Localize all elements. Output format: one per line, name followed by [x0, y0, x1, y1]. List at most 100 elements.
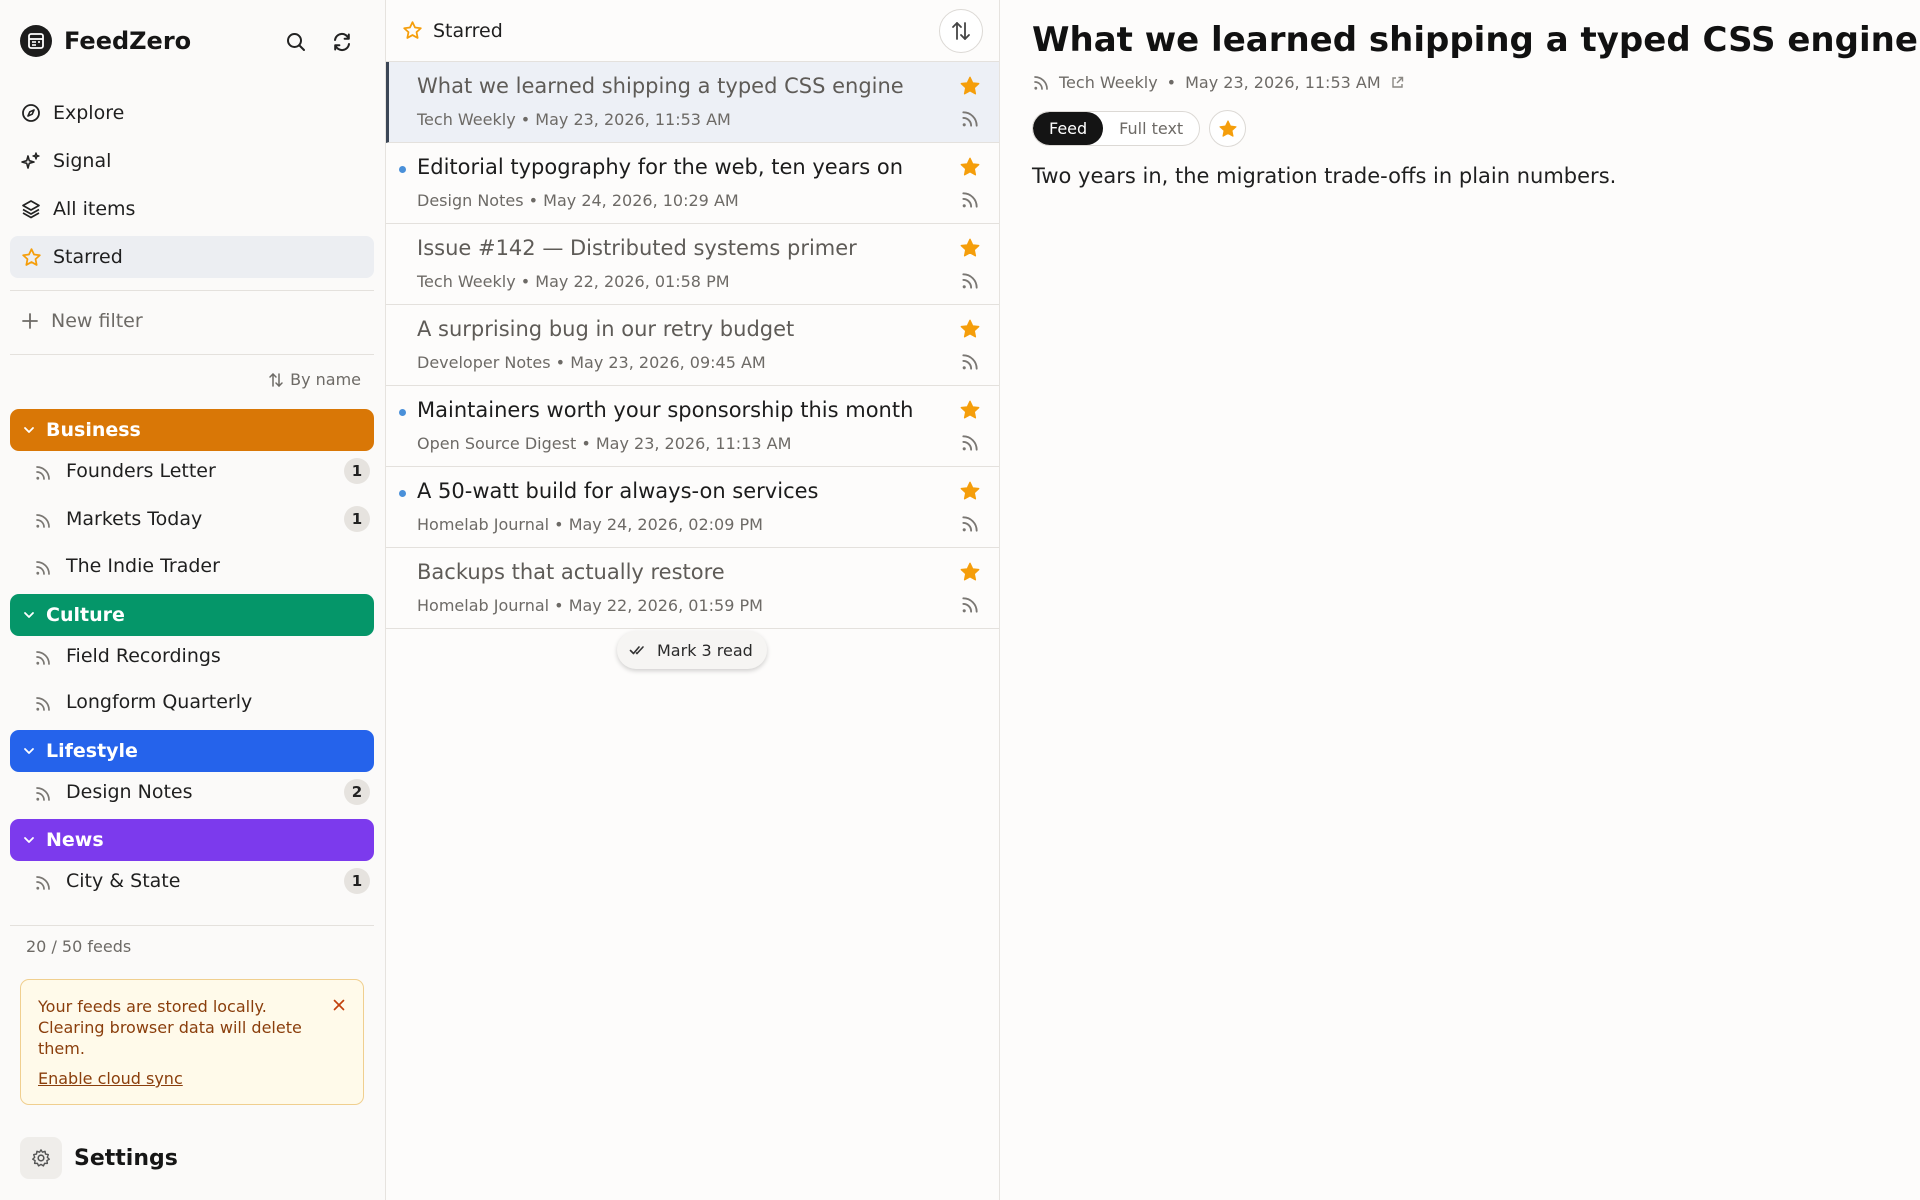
article-row-title: A 50-watt build for always-on services	[417, 479, 819, 503]
star-filled-icon[interactable]	[959, 237, 981, 259]
unread-dot	[399, 409, 406, 416]
settings-button[interactable]: Settings	[20, 1137, 178, 1179]
reader-pane: What we learned shipping a typed CSS eng…	[1000, 0, 1920, 1200]
search-icon[interactable]	[282, 28, 310, 56]
star-filled-icon[interactable]	[959, 156, 981, 178]
article-row-date: May 23, 2026, 09:45 AM	[570, 353, 766, 372]
rss-icon	[960, 271, 980, 291]
rss-icon	[32, 460, 54, 482]
feed-name: Field Recordings	[66, 645, 221, 667]
article-row-title: Editorial typography for the web, ten ye…	[417, 155, 904, 179]
layers-icon	[20, 198, 42, 220]
rss-icon	[32, 555, 54, 577]
article-row-source: Developer Notes	[417, 353, 551, 372]
meta-separator: •	[576, 434, 596, 453]
article-row[interactable]: Issue #142 — Distributed systems primer T…	[386, 224, 999, 305]
feed-name: Markets Today	[66, 508, 203, 530]
feed-longform-quarterly[interactable]: Longform Quarterly	[32, 682, 372, 722]
sparkle-icon	[20, 150, 42, 172]
group-news[interactable]: News	[10, 819, 374, 861]
unread-dot	[399, 490, 406, 497]
local-storage-notice: Your feeds are stored locally. Clearing …	[20, 979, 364, 1105]
mark-read-label: Mark 3 read	[657, 640, 753, 660]
close-icon[interactable]	[330, 996, 348, 1014]
article-row[interactable]: What we learned shipping a typed CSS eng…	[386, 62, 999, 143]
external-link-icon[interactable]	[1390, 75, 1405, 90]
feed-name: City & State	[66, 870, 181, 892]
nav-starred[interactable]: Starred	[10, 236, 374, 278]
brand-name: FeedZero	[64, 27, 192, 55]
feedzero-logo-icon	[20, 25, 52, 57]
article-row-source: Tech Weekly	[417, 272, 516, 291]
rss-icon	[32, 870, 54, 892]
divider	[10, 925, 374, 926]
article-row-date: May 23, 2026, 11:53 AM	[535, 110, 731, 129]
rss-icon	[1032, 74, 1050, 92]
star-outline-icon	[402, 20, 423, 41]
new-filter-button[interactable]: New filter	[10, 302, 374, 340]
unread-dot	[399, 166, 406, 173]
divider	[10, 290, 374, 291]
gear-icon	[20, 1137, 62, 1179]
article-row-title: A surprising bug in our retry budget	[417, 317, 795, 341]
article-row[interactable]: Maintainers worth your sponsorship this …	[386, 386, 999, 467]
mark-read-button[interactable]: Mark 3 read	[617, 631, 767, 669]
feed-count: 20 / 50 feeds	[26, 937, 132, 956]
double-check-icon	[629, 643, 647, 657]
enable-cloud-sync-link[interactable]: Enable cloud sync	[38, 1068, 183, 1089]
compass-icon	[20, 102, 42, 124]
feed-city-state[interactable]: City & State 1	[32, 861, 372, 901]
view-feed-option[interactable]: Feed	[1033, 112, 1104, 145]
star-filled-icon[interactable]	[959, 75, 981, 97]
rss-icon	[960, 352, 980, 372]
group-name: News	[46, 829, 104, 851]
sort-order-button[interactable]	[939, 9, 983, 53]
meta-separator: •	[550, 353, 571, 372]
sort-by-name-button[interactable]: By name	[268, 370, 361, 389]
feed-founders-letter[interactable]: Founders Letter 1	[32, 451, 372, 491]
article-row-meta: Homelab Journal • May 24, 2026, 02:09 PM	[417, 515, 763, 534]
group-lifestyle[interactable]: Lifestyle	[10, 730, 374, 772]
feed-field-recordings[interactable]: Field Recordings	[32, 636, 372, 676]
article-list: Starred What we learned shipping a typed…	[386, 0, 1000, 1200]
view-full-text-option[interactable]: Full text	[1103, 112, 1199, 145]
unread-count-badge: 2	[344, 779, 370, 805]
refresh-icon[interactable]	[328, 28, 356, 56]
star-filled-icon[interactable]	[959, 318, 981, 340]
rss-icon	[960, 595, 980, 615]
article-row-meta: Tech Weekly • May 22, 2026, 01:58 PM	[417, 272, 730, 291]
article-row-date: May 24, 2026, 02:09 PM	[568, 515, 763, 534]
nav-signal[interactable]: Signal	[10, 140, 374, 182]
article-row-date: May 24, 2026, 10:29 AM	[543, 191, 739, 210]
star-filled-icon[interactable]	[959, 480, 981, 502]
article-row[interactable]: A 50-watt build for always-on services Ho…	[386, 467, 999, 548]
article-row-title: Issue #142 — Distributed systems primer	[417, 236, 857, 260]
star-filled-icon[interactable]	[959, 399, 981, 421]
article-row-title: Maintainers worth your sponsorship this …	[417, 398, 914, 422]
meta-separator: •	[549, 596, 569, 615]
article-row[interactable]: A surprising bug in our retry budget Deve…	[386, 305, 999, 386]
feed-design-notes[interactable]: Design Notes 2	[32, 772, 372, 812]
feed-the-indie-trader[interactable]: The Indie Trader	[32, 546, 372, 586]
rss-icon	[32, 691, 54, 713]
unread-count-badge: 1	[344, 458, 370, 484]
group-culture[interactable]: Culture	[10, 594, 374, 636]
brand[interactable]: FeedZero	[20, 25, 191, 57]
nav-all-items[interactable]: All items	[10, 188, 374, 230]
plus-icon	[20, 311, 40, 331]
star-toggle-button[interactable]	[1209, 110, 1246, 147]
list-title: Starred	[433, 19, 503, 42]
feed-markets-today[interactable]: Markets Today 1	[32, 499, 372, 539]
article-row-source: Tech Weekly	[417, 110, 516, 129]
article-row[interactable]: Editorial typography for the web, ten ye…	[386, 143, 999, 224]
star-filled-icon[interactable]	[959, 561, 981, 583]
feed-name: The Indie Trader	[66, 555, 220, 577]
article-items: What we learned shipping a typed CSS eng…	[386, 62, 999, 629]
group-business[interactable]: Business	[10, 409, 374, 451]
article-meta: Tech Weekly • May 23, 2026, 11:53 AM	[1032, 73, 1405, 92]
nav-explore[interactable]: Explore	[10, 92, 374, 134]
meta-separator: •	[515, 110, 536, 129]
feed-name: Design Notes	[66, 781, 193, 803]
article-row[interactable]: Backups that actually restore Homelab Jou…	[386, 548, 999, 629]
article-source[interactable]: Tech Weekly	[1059, 73, 1158, 92]
